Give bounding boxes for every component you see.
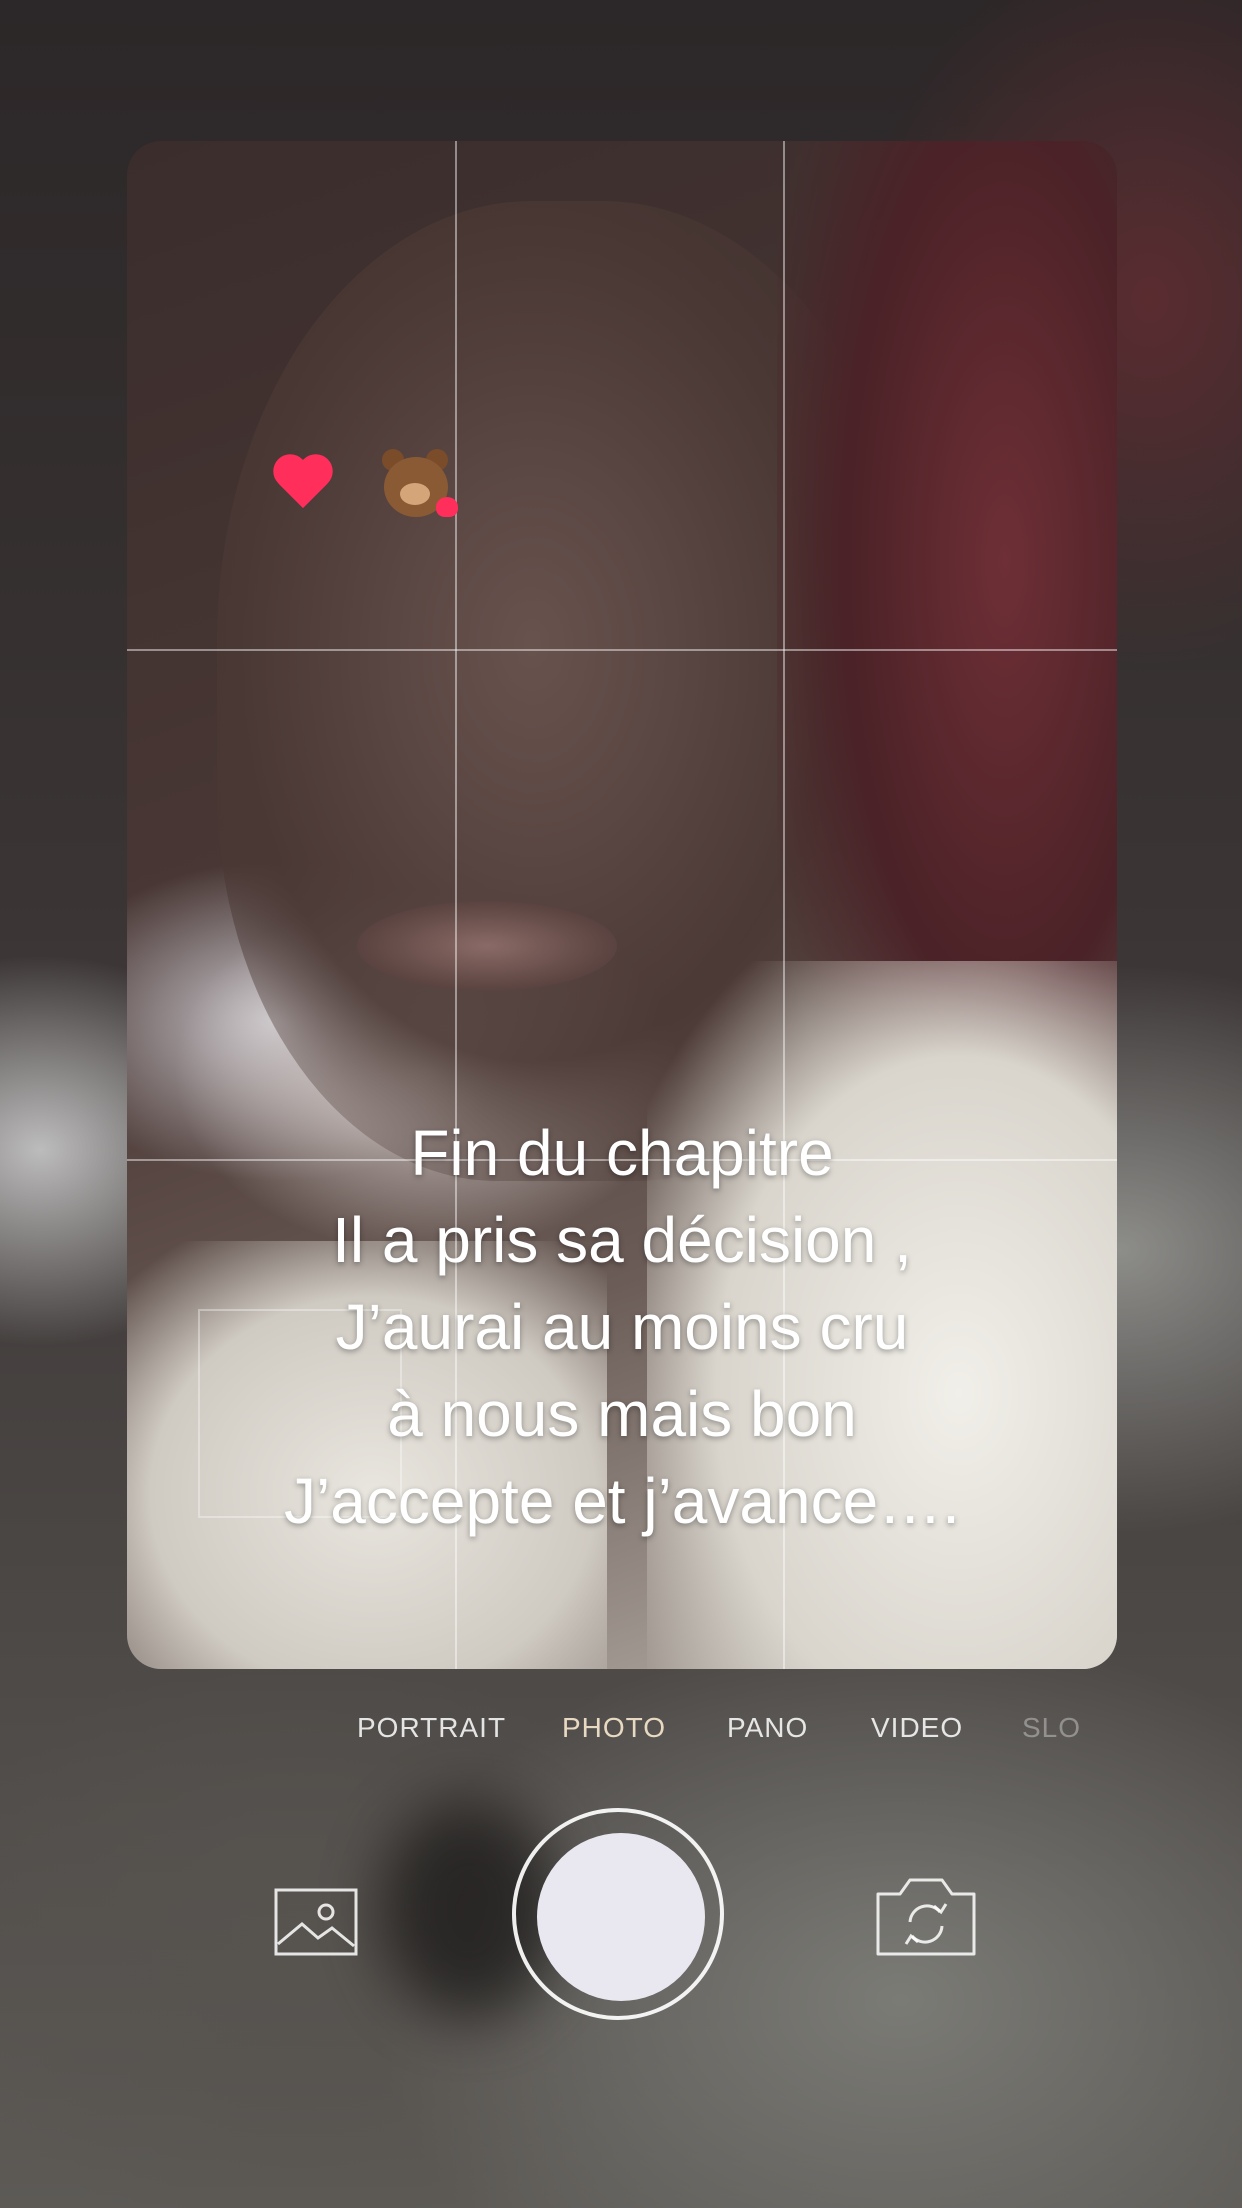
photo-lips <box>357 901 617 991</box>
caption-line: J’aurai au moins cru <box>335 1291 909 1363</box>
mode-portrait[interactable]: PORTRAIT <box>357 1712 506 1744</box>
mode-slo[interactable]: SLO <box>1022 1712 1081 1744</box>
story-caption: Fin du chapitre Il a pris sa décision , … <box>127 1110 1117 1545</box>
caption-line: Il a pris sa décision , <box>332 1204 912 1276</box>
mode-photo[interactable]: PHOTO <box>562 1712 666 1744</box>
caption-line: J’accepte et j’avance…. <box>284 1465 960 1537</box>
grid-line-horizontal-1 <box>127 649 1117 651</box>
switch-camera-icon[interactable] <box>872 1870 980 1960</box>
camera-mode-selector: PORTRAIT PHOTO PANO VIDEO SLO <box>0 1712 1242 1762</box>
heart-icon <box>272 456 334 512</box>
caption-line: Fin du chapitre <box>410 1117 834 1189</box>
caption-line: à nous mais bon <box>387 1378 857 1450</box>
shutter-button[interactable] <box>537 1833 705 2001</box>
sticker-group <box>272 449 458 519</box>
mode-pano[interactable]: PANO <box>727 1712 808 1744</box>
bear-icon <box>380 449 458 519</box>
gallery-icon[interactable] <box>274 1888 358 1956</box>
mode-video[interactable]: VIDEO <box>871 1712 963 1744</box>
